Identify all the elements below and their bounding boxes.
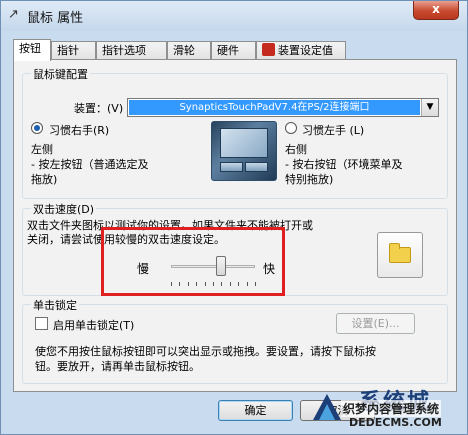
device-select-value: SynapticsTouchPadV7.4在PS/2连接端口 [129, 100, 420, 115]
mouse-app-icon: ↗ [8, 7, 19, 22]
tab-device-settings-label: 装置设定值 [278, 44, 333, 57]
watermark-logo-icon [313, 394, 341, 420]
click-lock-checkbox[interactable] [35, 317, 48, 330]
right-side-desc-2: 特别拖放) [285, 173, 334, 186]
ok-button[interactable]: 确定 [218, 400, 293, 421]
touchpad-surface [220, 128, 268, 158]
chevron-down-icon[interactable]: ▼ [421, 99, 438, 116]
click-lock-label[interactable]: 启用单击锁定(T) [53, 317, 134, 333]
watermark-line2: 织梦内容管理系统 [341, 400, 442, 417]
touchpad-left-button [220, 162, 243, 172]
title-bar[interactable]: ↗ 鼠标 属性 x [1, 1, 467, 31]
tab-pointers[interactable]: 指针 [51, 41, 96, 60]
right-hand-radio[interactable] [31, 122, 43, 134]
watermark: 系统城 织梦内容管理系统 DEDECMS.COM [305, 384, 468, 435]
folder-icon [389, 243, 411, 263]
device-select[interactable]: SynapticsTouchPadV7.4在PS/2连接端口 ▼ [127, 98, 439, 117]
left-side-title: 左侧 [31, 143, 53, 156]
click-lock-desc-1: 使您不用按住鼠标按钮即可以突出显示或拖拽。要设置，请按下鼠标按 [35, 345, 376, 358]
click-lock-desc-2: 钮。要放开，请再单击鼠标按钮。 [35, 360, 200, 373]
left-hand-label[interactable]: 习惯左手 (L) [302, 122, 364, 138]
test-folder-button[interactable] [377, 232, 423, 278]
device-settings-icon [262, 43, 275, 56]
button-config-title: 鼠标键配置 [31, 66, 90, 82]
tab-hardware[interactable]: 硬件 [211, 41, 256, 60]
left-side-desc-2: 拖放) [31, 173, 58, 186]
mouse-properties-window: ↗ 鼠标 属性 x 按钮 指针 指针选项 滑轮 硬件 装置设定值 鼠标键配置 装… [0, 0, 468, 435]
buttons-tab-panel: 鼠标键配置 装置：(V) SynapticsTouchPadV7.4在PS/2连… [13, 59, 457, 392]
annotation-highlight-box [101, 227, 285, 296]
right-side-desc-1: - 按右按钮（环境菜单及 [285, 158, 403, 171]
watermark-line3: DEDECMS.COM [349, 416, 442, 429]
button-config-group: 鼠标键配置 装置：(V) SynapticsTouchPadV7.4在PS/2连… [22, 66, 448, 199]
right-side-title: 右侧 [285, 143, 307, 156]
double-click-title: 双击速度(D) [31, 201, 97, 217]
touchpad-right-button [245, 162, 268, 172]
left-hand-radio[interactable] [285, 122, 297, 134]
click-lock-settings-button[interactable]: 设置(E)... [336, 313, 415, 334]
tab-device-settings[interactable]: 装置设定值 [256, 41, 346, 60]
tab-buttons[interactable]: 按钮 [13, 39, 51, 61]
click-lock-title: 单击锁定 [31, 297, 79, 313]
close-button[interactable]: x [413, 1, 459, 20]
device-label: 装置：(V) [74, 102, 124, 115]
touchpad-image [211, 121, 277, 181]
left-side-desc-1: - 按左按钮（普通选定及 [31, 158, 149, 171]
tab-pointer-options[interactable]: 指针选项 [96, 41, 167, 60]
right-hand-label[interactable]: 习惯右手(R) [49, 122, 109, 138]
click-lock-group: 单击锁定 启用单击锁定(T) 设置(E)... 使您不用按住鼠标按钮即可以突出显… [22, 297, 448, 384]
tab-wheel[interactable]: 滑轮 [167, 41, 211, 60]
window-title: 鼠标 属性 [27, 11, 84, 26]
